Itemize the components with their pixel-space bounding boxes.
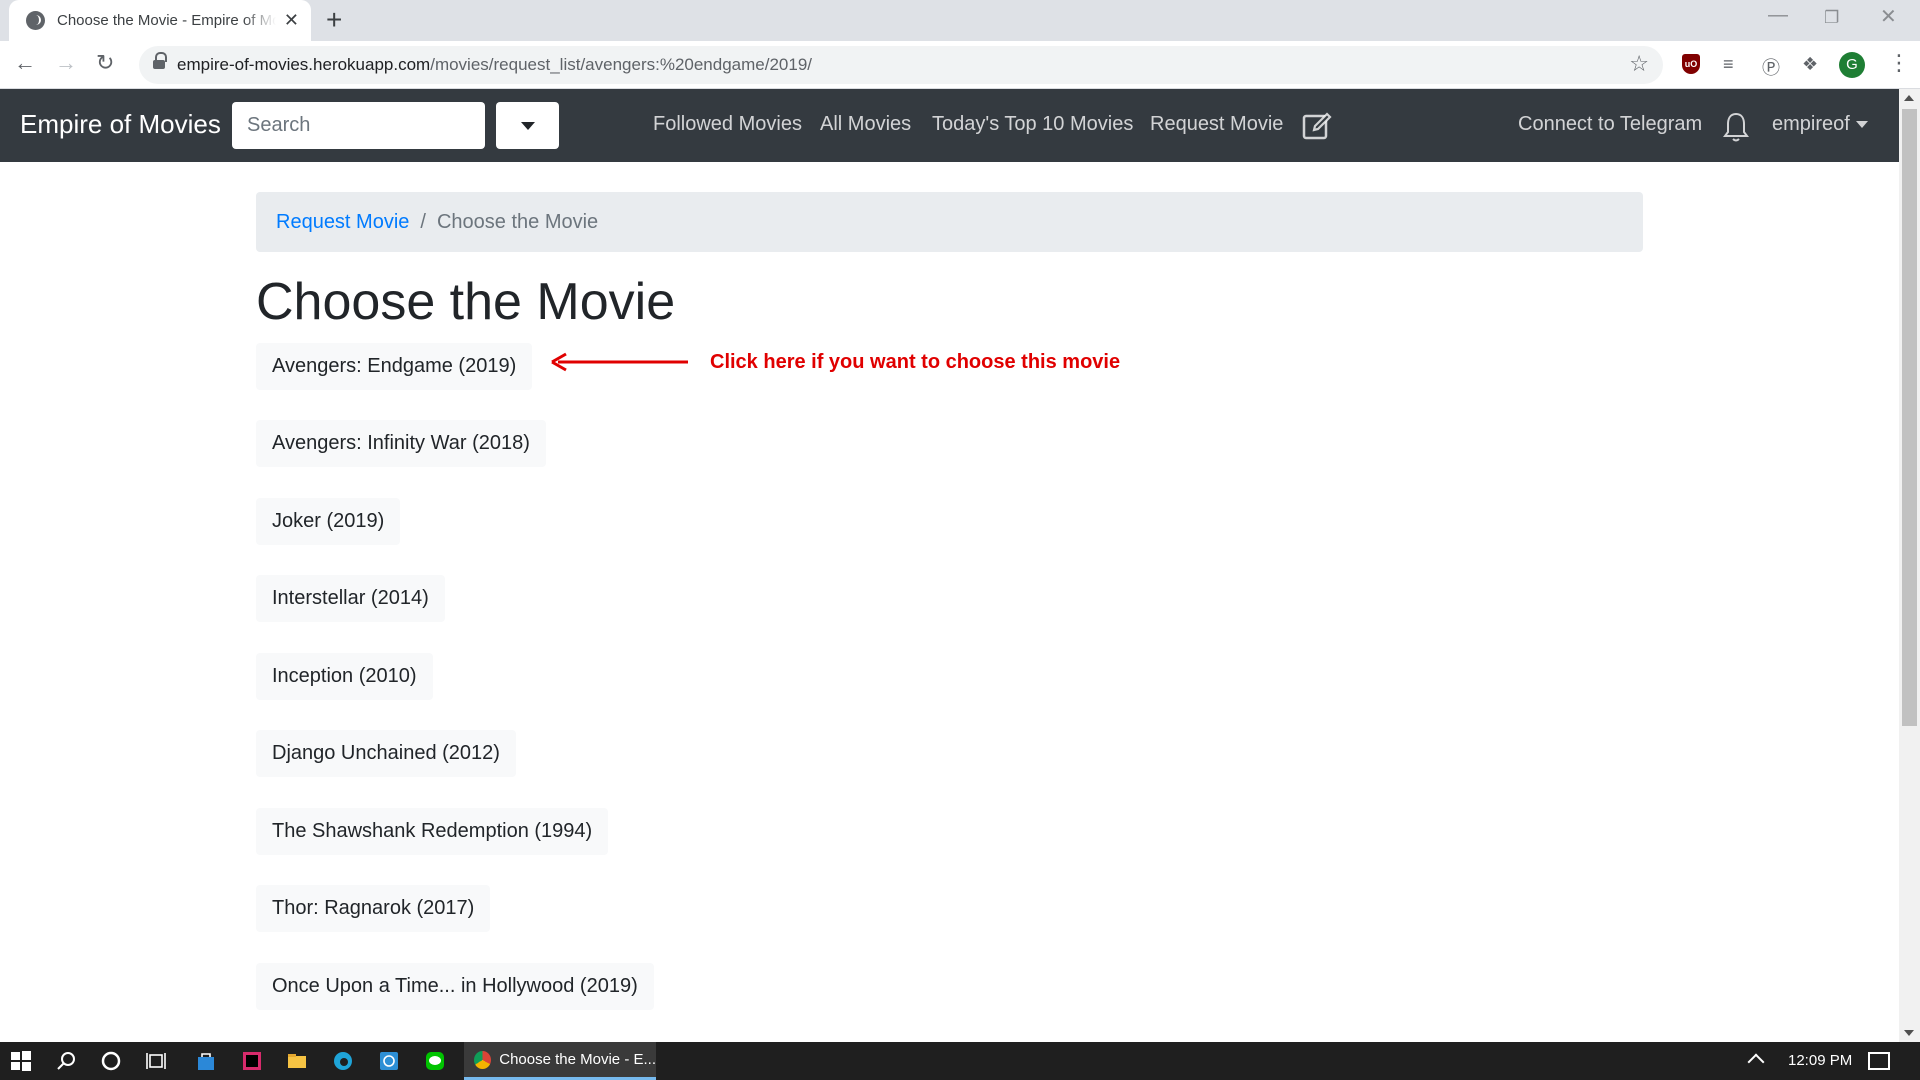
browser-menu-icon[interactable]: ⋮ — [1888, 50, 1910, 76]
notification-center-icon[interactable] — [1868, 1052, 1890, 1070]
windows-start-icon[interactable] — [11, 1051, 31, 1071]
intellij-icon[interactable] — [242, 1051, 262, 1071]
nav-followed-movies[interactable]: Followed Movies — [653, 113, 802, 136]
browser-toolbar: ← → ↻ empire-of-movies.herokuapp.com/mov… — [0, 41, 1920, 89]
browser-tab[interactable]: Choose the Movie - Empire of Movies ✕ — [9, 0, 311, 41]
task-view-icon[interactable] — [146, 1051, 166, 1071]
minimize-icon[interactable]: — — [1768, 4, 1788, 27]
scroll-thumb[interactable] — [1902, 109, 1917, 726]
scroll-up-arrow-icon[interactable] — [1904, 95, 1914, 101]
reading-list-icon[interactable]: ≡ — [1723, 54, 1734, 75]
movie-button[interactable]: Interstellar (2014) — [256, 575, 445, 622]
search-dropdown-button[interactable] — [496, 102, 559, 149]
ublock-icon[interactable]: uO — [1682, 54, 1700, 74]
back-icon[interactable]: ← — [14, 50, 36, 76]
tab-title: Choose the Movie - Empire of Movies — [57, 12, 276, 29]
browser-tab-strip: Choose the Movie - Empire of Movies ✕ + … — [0, 0, 1920, 41]
page-scrollbar[interactable] — [1899, 89, 1920, 1042]
bookmark-star-icon[interactable]: ☆ — [1629, 51, 1649, 77]
line-app-icon[interactable] — [425, 1051, 445, 1071]
user-name: empireof — [1772, 113, 1850, 135]
extension-h-icon[interactable]: Ⓟ — [1762, 54, 1780, 80]
breadcrumb-request-movie[interactable]: Request Movie — [276, 211, 409, 234]
caret-down-icon — [1855, 121, 1868, 129]
nav-request-movie[interactable]: Request Movie — [1150, 113, 1283, 136]
movie-button[interactable]: Once Upon a Time... in Hollywood (2019) — [256, 963, 654, 1010]
url-text: empire-of-movies.herokuapp.com/movies/re… — [177, 55, 813, 74]
movie-button[interactable]: Joker (2019) — [256, 498, 401, 545]
breadcrumb-separator: / — [420, 210, 426, 233]
movie-button[interactable]: Avengers: Infinity War (2018) — [256, 420, 546, 467]
tab-close-icon[interactable]: ✕ — [284, 10, 299, 31]
extensions-puzzle-icon[interactable]: ❖ — [1802, 54, 1818, 75]
site-brand[interactable]: Empire of Movies — [20, 109, 221, 140]
globe-icon — [26, 11, 45, 30]
store-icon[interactable] — [196, 1051, 216, 1071]
user-menu[interactable]: empireof — [1772, 113, 1868, 136]
page-title: Choose the Movie — [256, 273, 676, 331]
tray-chevron-up-icon[interactable] — [1747, 1053, 1765, 1071]
chrome-icon — [474, 1050, 492, 1069]
taskbar-app-label: Choose the Movie - E... — [499, 1051, 656, 1068]
windows-taskbar: Choose the Movie - E... 12:09 PM — [0, 1042, 1920, 1080]
breadcrumb-current: Choose the Movie — [436, 210, 599, 233]
nav-all-movies[interactable]: All Movies — [820, 113, 911, 136]
movie-button[interactable]: Avengers: Endgame (2019) — [256, 343, 533, 390]
movie-button[interactable]: Django Unchained (2012) — [256, 730, 516, 777]
nav-top-10-movies[interactable]: Today's Top 10 Movies — [932, 113, 1133, 136]
edit-icon[interactable] — [1302, 111, 1332, 141]
breadcrumb: Request Movie / Choose the Movie — [256, 192, 1643, 252]
cortana-icon[interactable] — [101, 1051, 121, 1071]
search-icon[interactable] — [57, 1051, 77, 1071]
file-explorer-icon[interactable] — [287, 1051, 307, 1071]
nav-connect-telegram[interactable]: Connect to Telegram — [1518, 113, 1702, 136]
new-tab-button[interactable]: + — [326, 6, 342, 34]
movie-button[interactable]: The Shawshank Redemption (1994) — [256, 808, 609, 855]
forward-icon[interactable]: → — [55, 50, 77, 76]
taskbar-clock[interactable]: 12:09 PM — [1788, 1052, 1852, 1069]
edge-icon[interactable] — [333, 1051, 353, 1071]
annotation-arrow-icon — [551, 352, 688, 372]
close-window-icon[interactable]: ✕ — [1880, 4, 1897, 29]
bell-icon[interactable] — [1722, 111, 1750, 143]
scroll-down-arrow-icon[interactable] — [1904, 1030, 1914, 1036]
taskbar-chrome-window[interactable]: Choose the Movie - E... — [464, 1042, 656, 1080]
search-input[interactable] — [232, 102, 485, 149]
lock-icon — [153, 52, 167, 71]
reload-icon[interactable]: ↻ — [96, 50, 114, 76]
site-navbar: Empire of Movies Followed Movies All Mov… — [0, 89, 1899, 162]
address-bar[interactable]: empire-of-movies.herokuapp.com/movies/re… — [139, 46, 1663, 84]
movie-button[interactable]: Inception (2010) — [256, 653, 433, 700]
restore-icon[interactable]: ❐ — [1824, 8, 1839, 28]
annotation-text: Click here if you want to choose this mo… — [710, 351, 1121, 373]
movie-button[interactable]: Thor: Ragnarok (2017) — [256, 885, 491, 932]
messaging-app-icon[interactable] — [379, 1051, 399, 1071]
profile-avatar[interactable]: G — [1839, 52, 1865, 78]
